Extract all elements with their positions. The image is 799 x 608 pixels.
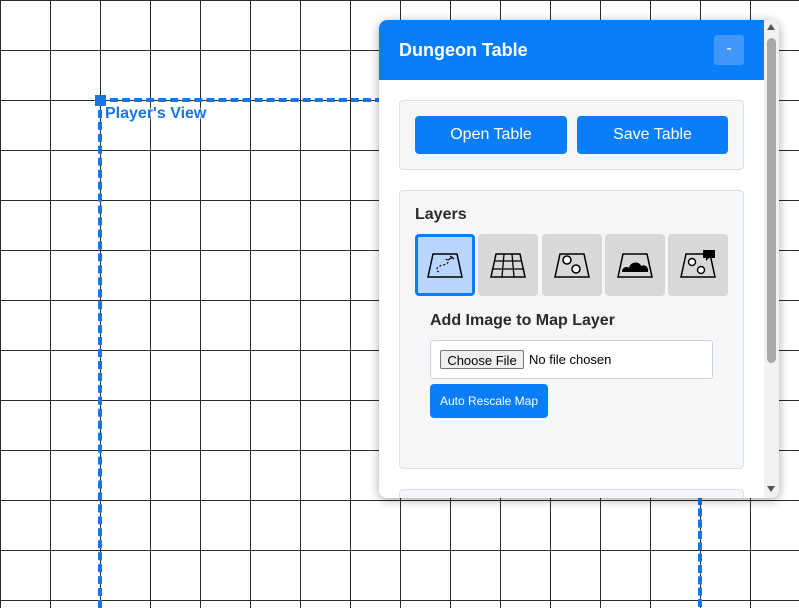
- file-status-text: No file chosen: [529, 352, 612, 367]
- table-actions-card: Open Table Save Table: [399, 100, 744, 170]
- scrollbar-thumb[interactable]: [767, 38, 776, 363]
- player-view-frame-right[interactable]: [698, 497, 702, 607]
- layers-card: Layers Add Image to Map Layer Choose Fil…: [399, 190, 744, 469]
- player-view-frame-left[interactable]: [98, 98, 102, 608]
- layer-tile-notes[interactable]: [668, 234, 728, 296]
- player-view-frame-top[interactable]: [98, 98, 383, 102]
- panel-scroll-area[interactable]: Open Table Save Table Layers Add Image t…: [379, 80, 764, 498]
- panel-scrollbar[interactable]: [764, 20, 779, 498]
- layer-tile-fog[interactable]: [605, 234, 665, 296]
- auto-rescale-map-button[interactable]: Auto Rescale Map: [430, 384, 548, 418]
- scroll-up-arrow-icon[interactable]: [767, 24, 775, 30]
- layer-tile-grid[interactable]: [478, 234, 538, 296]
- map-path-icon: [427, 253, 463, 278]
- panel-header[interactable]: Dungeon Table -: [379, 20, 764, 80]
- layers-heading: Layers: [415, 206, 467, 223]
- layer-tile-tokens[interactable]: [542, 234, 602, 296]
- scroll-down-arrow-icon[interactable]: [767, 486, 775, 492]
- open-table-button[interactable]: Open Table: [415, 116, 567, 154]
- grid-icon: [490, 253, 526, 278]
- layer-tile-map[interactable]: [415, 234, 475, 296]
- player-view-label: Player's View: [105, 105, 207, 122]
- fog-icon: [617, 253, 653, 278]
- map-image-file-input: Choose File No file chosen: [430, 340, 713, 379]
- choose-file-button[interactable]: Choose File: [440, 350, 524, 369]
- minimize-button[interactable]: -: [714, 35, 744, 65]
- save-table-button[interactable]: Save Table: [577, 116, 728, 154]
- tokens-icon: [554, 253, 590, 278]
- next-section-card: [399, 489, 744, 498]
- tokens-chat-icon: [680, 250, 716, 278]
- add-image-heading: Add Image to Map Layer: [430, 312, 615, 329]
- dungeon-table-panel: Dungeon Table - Open Table Save Table La…: [379, 20, 779, 498]
- panel-title: Dungeon Table: [399, 40, 528, 60]
